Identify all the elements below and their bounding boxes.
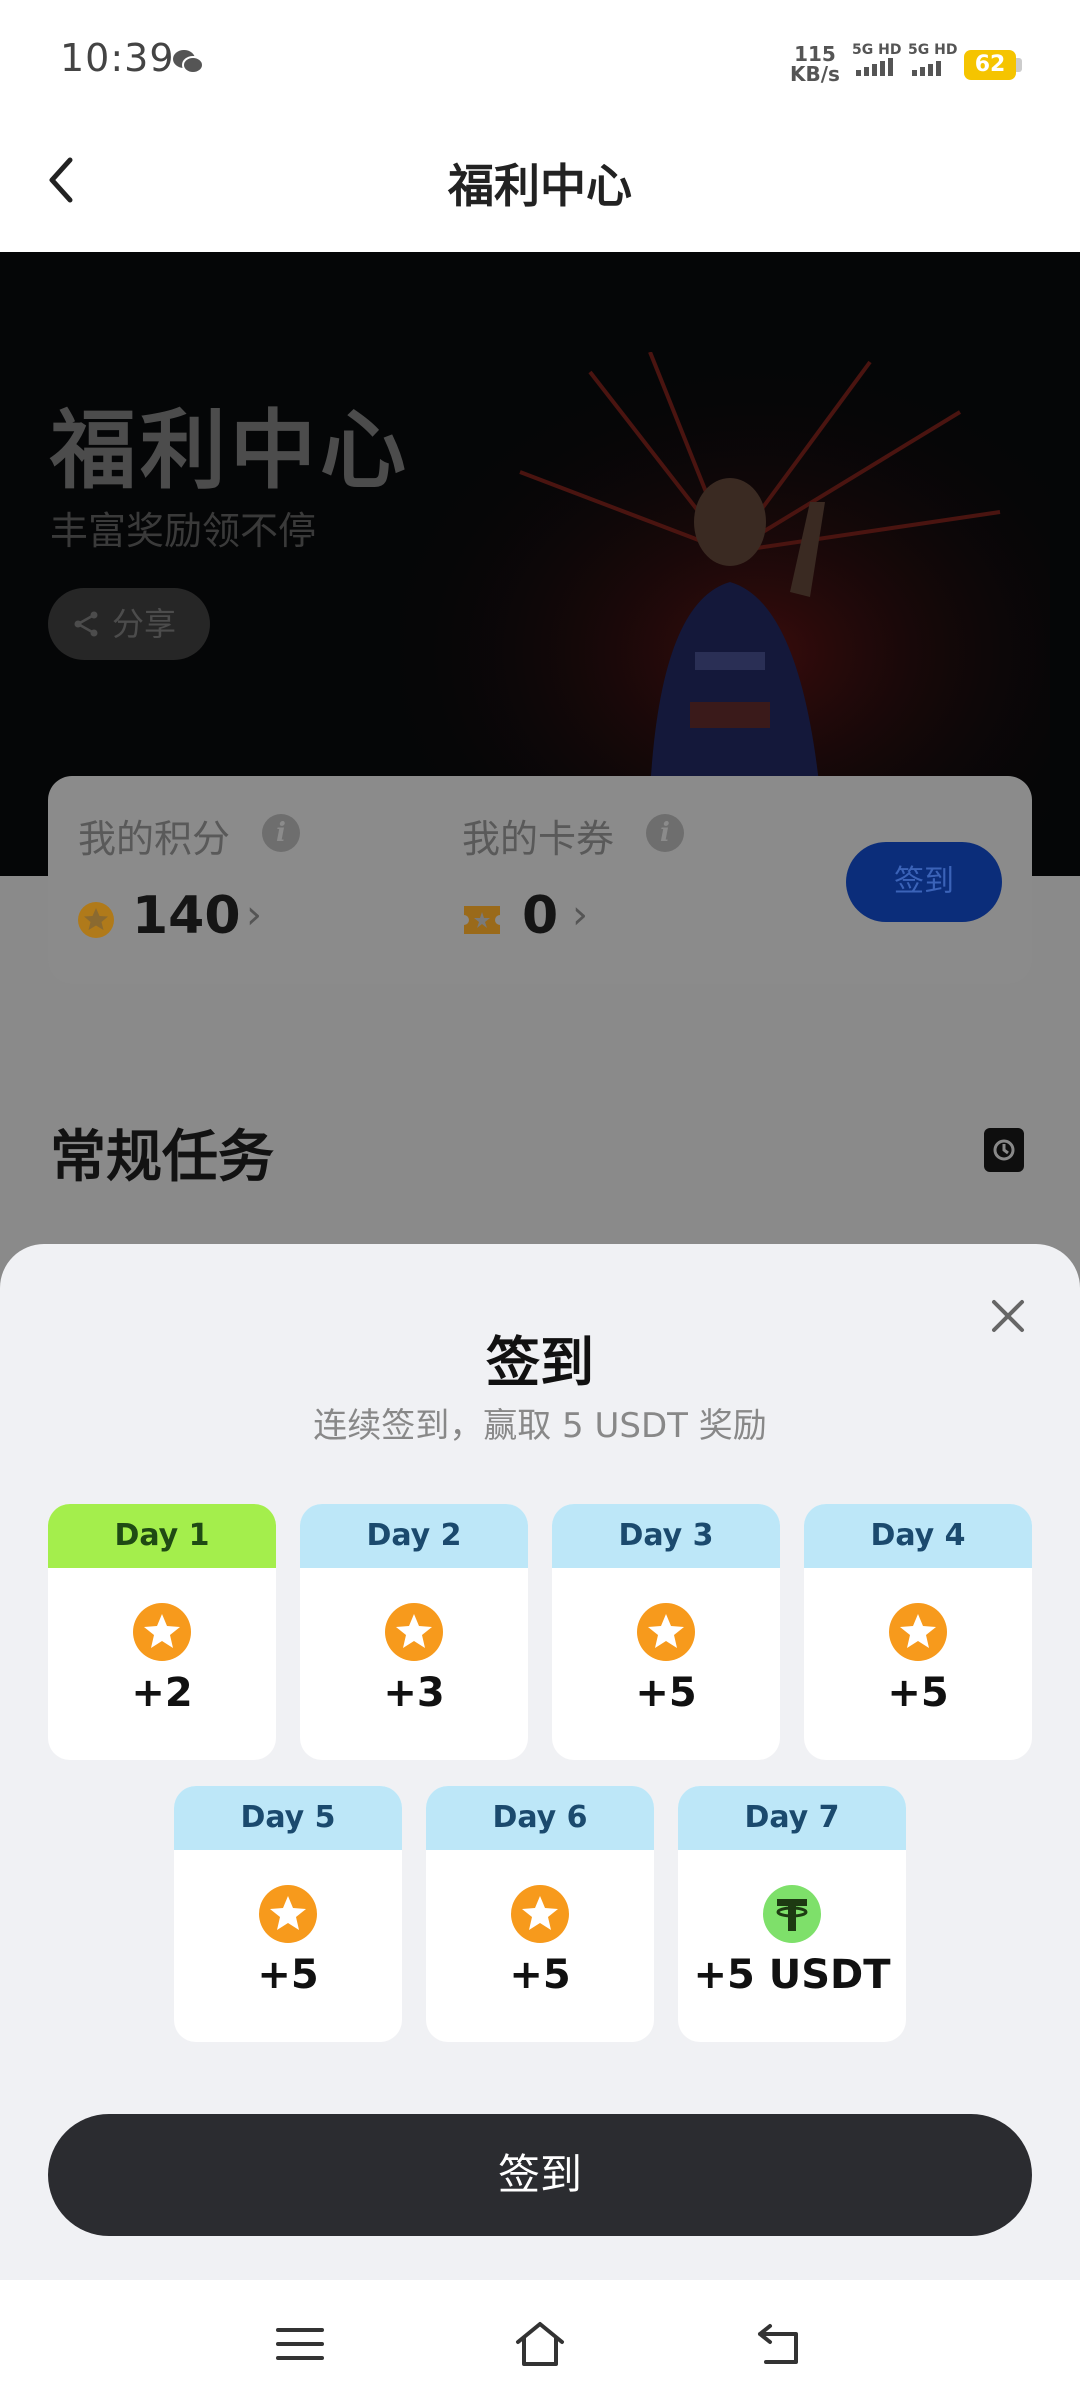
share-button[interactable]: 分享 <box>48 588 210 660</box>
day-reward: +5 USDT <box>693 1952 891 1998</box>
hero-subtitle: 丰富奖励领不停 <box>50 509 317 553</box>
day-card-6: Day 6 +5 <box>426 1786 654 2042</box>
day-reward: +5 <box>257 1952 319 1998</box>
day-card-4: Day 4 +5 <box>804 1504 1032 1760</box>
day-card-3: Day 3 +5 <box>552 1504 780 1760</box>
coupons-value[interactable]: 0 <box>522 886 558 946</box>
star-coin-icon <box>385 1603 443 1661</box>
signin-pill-button[interactable]: 签到 <box>846 842 1002 922</box>
day-label: Day 7 <box>678 1786 906 1850</box>
coupon-ticket-icon <box>464 906 500 934</box>
day-label: Day 1 <box>48 1504 276 1568</box>
points-chevron-icon[interactable]: › <box>246 892 262 938</box>
day-reward: +5 <box>635 1670 697 1716</box>
signal-bars-icon <box>856 58 893 76</box>
star-coin-icon <box>889 1603 947 1661</box>
day-reward: +5 <box>887 1670 949 1716</box>
points-coin-icon <box>78 902 114 938</box>
battery-indicator: 62 <box>964 50 1016 80</box>
net-speed: 115 KB/s <box>790 42 840 86</box>
day-reward: +5 <box>509 1952 571 1998</box>
hero-title: 福利中心 <box>50 401 410 501</box>
day-card-2: Day 2 +3 <box>300 1504 528 1760</box>
page-title: 福利中心 <box>448 159 632 213</box>
history-icon[interactable] <box>984 1128 1024 1172</box>
usdt-icon <box>763 1885 821 1943</box>
tasks-section-title: 常规任务 <box>50 1125 274 1190</box>
signal-1: 5G HD <box>852 42 901 80</box>
points-value[interactable]: 140 <box>132 886 241 946</box>
star-coin-icon <box>259 1885 317 1943</box>
day-label: Day 3 <box>552 1504 780 1568</box>
day-card-1: Day 1 +2 <box>48 1504 276 1760</box>
star-coin-icon <box>511 1885 569 1943</box>
wechat-icon <box>173 50 204 74</box>
home-icon[interactable] <box>512 2316 568 2372</box>
coupons-chevron-icon[interactable]: › <box>572 892 588 938</box>
signal-2: 5G HD <box>908 42 957 80</box>
coupons-info-icon[interactable]: i <box>646 814 684 852</box>
star-coin-icon <box>133 1603 191 1661</box>
signin-button[interactable]: 签到 <box>48 2114 1032 2236</box>
day-label: Day 4 <box>804 1504 1032 1568</box>
day-card-5: Day 5 +5 <box>174 1786 402 2042</box>
menu-icon[interactable] <box>272 2316 328 2372</box>
day-reward: +2 <box>131 1670 193 1716</box>
day-label: Day 2 <box>300 1504 528 1568</box>
status-time: 10:39 <box>60 36 175 80</box>
day-label: Day 5 <box>174 1786 402 1850</box>
sheet-title: 签到 <box>486 1331 594 1394</box>
day-card-7: Day 7 +5 USDT <box>678 1786 906 2042</box>
sheet-subtitle: 连续签到，赢取 5 USDT 奖励 <box>313 1406 767 1446</box>
star-coin-icon <box>637 1603 695 1661</box>
points-label: 我的积分 <box>78 817 231 861</box>
share-label: 分享 <box>112 605 177 643</box>
day-label: Day 6 <box>426 1786 654 1850</box>
day-reward: +3 <box>383 1670 445 1716</box>
back-nav-icon[interactable] <box>752 2316 808 2372</box>
points-info-icon[interactable]: i <box>262 814 300 852</box>
share-icon <box>74 611 98 637</box>
signal-bars-icon <box>912 61 941 76</box>
coupons-label: 我的卡券 <box>462 817 615 861</box>
battery-tip <box>1016 58 1022 72</box>
